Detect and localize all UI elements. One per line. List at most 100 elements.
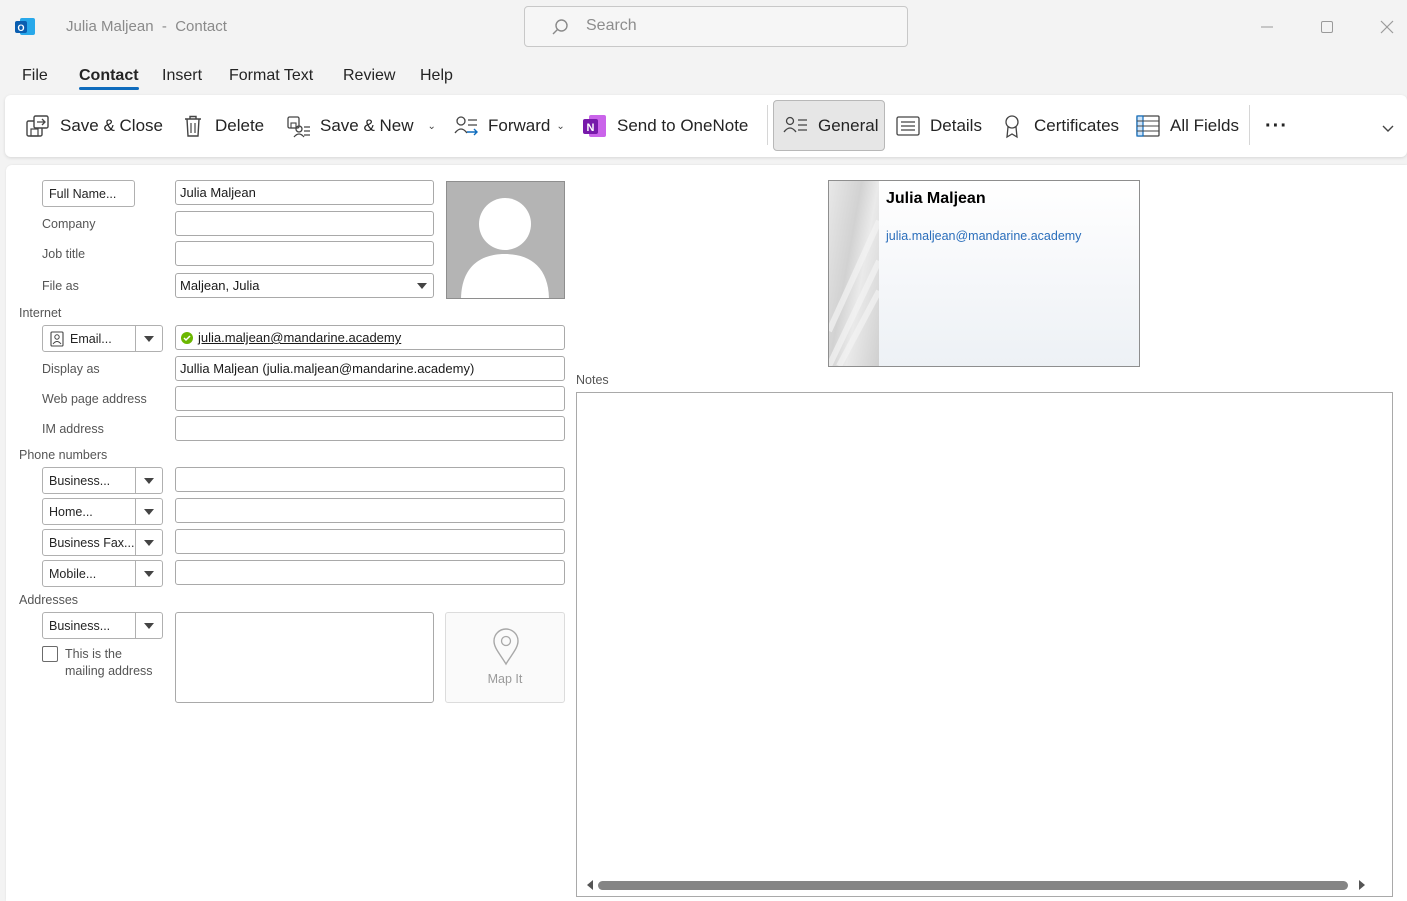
details-label: Details <box>930 116 982 135</box>
forward-button[interactable]: Forward ⌄ <box>453 95 565 157</box>
internet-section-label: Internet <box>19 306 62 320</box>
save-close-icon <box>25 113 51 139</box>
address-type-button[interactable]: Business... <box>42 612 163 639</box>
dropdown-arrow-icon[interactable] <box>144 571 154 577</box>
close-icon <box>1380 20 1394 34</box>
address-type-label: Business... <box>49 618 111 633</box>
scroll-left-icon[interactable] <box>585 878 595 892</box>
map-it-label: Map It <box>487 672 523 686</box>
delete-label: Delete <box>215 116 265 135</box>
file-as-value: Maljean, Julia <box>180 278 260 293</box>
tab-review[interactable]: Review <box>343 67 395 85</box>
all-fields-view-button[interactable]: All Fields <box>1135 95 1239 157</box>
dropdown-arrow-icon[interactable] <box>144 478 154 484</box>
maximize-button[interactable] <box>1314 14 1340 40</box>
tab-format-text[interactable]: Format Text <box>229 67 313 85</box>
title-bar: O Julia Maljean - Contact Search <box>0 0 1407 54</box>
general-view-button[interactable]: General <box>783 95 878 157</box>
person-silhouette-icon <box>461 198 549 298</box>
dropdown-arrow-icon[interactable] <box>144 540 154 546</box>
phone-type-label: Business... <box>49 473 111 488</box>
contact-card-icon <box>783 113 809 139</box>
ribbon-toolbar: Save & Close Delete Save & New ⌄ Forward… <box>5 95 1407 157</box>
web-page-field[interactable] <box>175 386 565 411</box>
close-window-button[interactable] <box>1374 14 1400 40</box>
mailing-address-label-line2: mailing address <box>65 664 153 678</box>
mailing-address-label-line1: This is the <box>65 647 122 661</box>
svg-text:O: O <box>17 23 24 33</box>
phone-type-home[interactable]: Home... <box>42 498 163 525</box>
tab-contact[interactable]: Contact <box>79 67 139 85</box>
outlook-app-icon: O <box>14 16 36 38</box>
notes-horizontal-scrollbar[interactable] <box>585 878 1375 892</box>
send-to-onenote-button[interactable]: N Send to OneNote <box>582 95 748 157</box>
active-tab-indicator <box>79 87 139 90</box>
full-name-button[interactable]: Full Name... <box>42 180 135 207</box>
scroll-right-icon[interactable] <box>1357 878 1367 892</box>
email-value: julia.maljean@mandarine.academy <box>198 330 402 345</box>
save-new-button[interactable]: Save & New ⌄ <box>285 95 436 157</box>
tab-insert[interactable]: Insert <box>162 67 202 85</box>
ribbon-tabs: File Contact Insert Format Text Review H… <box>0 62 1407 92</box>
company-field[interactable] <box>175 211 434 236</box>
send-to-onenote-label: Send to OneNote <box>617 116 749 135</box>
dropdown-arrow-icon[interactable] <box>144 509 154 515</box>
im-address-field[interactable] <box>175 416 565 441</box>
tab-help[interactable]: Help <box>420 67 453 85</box>
window-title: Julia Maljean - Contact <box>66 18 227 35</box>
delete-button[interactable]: Delete <box>180 95 264 157</box>
phone-field-home[interactable] <box>175 498 565 523</box>
contact-photo[interactable] <box>446 181 565 299</box>
address-field[interactable] <box>175 612 434 703</box>
dropdown-arrow-icon[interactable] <box>144 336 154 342</box>
im-address-label: IM address <box>42 422 104 436</box>
expand-ribbon-button[interactable] <box>1381 113 1395 143</box>
save-new-icon <box>285 113 311 139</box>
phone-field-business-fax[interactable] <box>175 529 565 554</box>
certificates-view-button[interactable]: Certificates <box>999 95 1119 157</box>
notes-label: Notes <box>576 373 609 387</box>
save-close-button[interactable]: Save & Close <box>25 95 163 157</box>
map-pin-icon <box>493 628 519 666</box>
chevron-down-icon[interactable]: ⌄ <box>428 121 436 132</box>
details-icon <box>895 113 921 139</box>
details-view-button[interactable]: Details <box>895 95 982 157</box>
forward-contact-icon <box>453 113 479 139</box>
ribbon-separator <box>1249 105 1250 145</box>
job-title-field[interactable] <box>175 241 434 266</box>
display-as-field[interactable]: Jullia Maljean (julia.maljean@mandarine.… <box>175 356 565 381</box>
card-name: Julia Maljean <box>886 190 986 207</box>
email-type-label: Email... <box>70 331 112 346</box>
tab-file[interactable]: File <box>22 67 48 85</box>
map-it-button[interactable]: Map It <box>445 612 565 703</box>
mailing-address-label: This is the mailing address <box>65 646 153 680</box>
scrollbar-thumb[interactable] <box>598 881 1348 890</box>
display-as-label: Display as <box>42 362 100 376</box>
email-type-button[interactable]: Email... <box>42 325 163 352</box>
full-name-field[interactable]: Julia Maljean <box>175 180 434 205</box>
contact-form: Full Name... Julia Maljean Company Job t… <box>6 165 1407 901</box>
ribbon-separator <box>767 105 768 145</box>
notes-field[interactable] <box>576 392 1393 897</box>
minimize-icon <box>1261 26 1273 28</box>
dropdown-arrow-icon <box>417 283 427 289</box>
phone-field-business[interactable] <box>175 467 565 492</box>
business-card[interactable]: Julia Maljean julia.maljean@mandarine.ac… <box>828 180 1140 367</box>
phone-type-business-fax[interactable]: Business Fax... <box>42 529 163 556</box>
mailing-address-checkbox[interactable] <box>42 646 58 662</box>
resolved-check-icon <box>181 331 193 344</box>
file-as-dropdown[interactable]: Maljean, Julia <box>175 273 434 298</box>
phone-type-business[interactable]: Business... <box>42 467 163 494</box>
more-options-button[interactable]: ··· <box>1265 95 1288 157</box>
email-field[interactable]: julia.maljean@mandarine.academy <box>175 325 565 350</box>
company-label: Company <box>42 217 96 231</box>
dropdown-arrow-icon[interactable] <box>144 623 154 629</box>
phone-field-mobile[interactable] <box>175 560 565 585</box>
phone-type-label: Business Fax... <box>49 535 135 550</box>
chevron-down-icon[interactable]: ⌄ <box>556 121 564 132</box>
onenote-icon: N <box>582 113 608 139</box>
minimize-button[interactable] <box>1254 14 1280 40</box>
search-box[interactable]: Search <box>524 6 908 47</box>
search-icon <box>551 18 569 36</box>
phone-type-mobile[interactable]: Mobile... <box>42 560 163 587</box>
